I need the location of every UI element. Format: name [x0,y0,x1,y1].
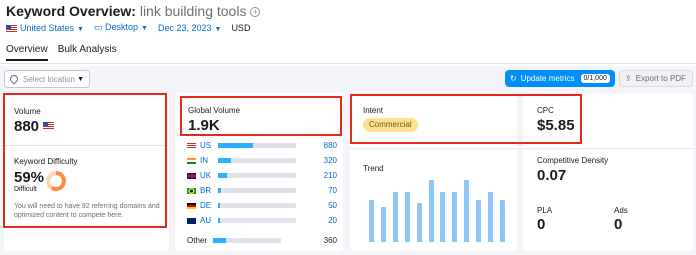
de-flag-icon [187,202,196,209]
share-bar [218,218,296,223]
country-volume: 360 [323,236,337,245]
update-count-badge: 0/1,000 [580,74,610,83]
trend-bar [381,207,386,242]
date-dropdown[interactable]: Dec 23, 2023 ▼ [158,23,221,33]
share-bar [218,143,296,148]
plus-circle-icon[interactable]: + [250,7,261,17]
keyword-text: link building tools [139,3,247,19]
intent-label: Intent [363,106,384,115]
chevron-down-icon: ▼ [77,25,84,33]
location-pin-icon [8,73,20,85]
location-select[interactable]: Select location ▼ [4,70,90,88]
trend-bar [405,192,410,242]
volume-value: 880 [14,118,57,135]
country-volume[interactable]: 880 [307,141,337,150]
us-flag-icon [6,24,17,32]
global-volume-label: Global Volume [188,106,241,115]
cpc-value: $5.85 [537,117,575,134]
page-header: Keyword Overview: link building tools + … [0,0,696,66]
share-bar [218,173,296,178]
country-volume[interactable]: 320 [307,156,337,165]
kd-label: Keyword Difficulty [14,157,78,166]
filter-bar: United States ▼ ▭ Desktop ▼ Dec 23, 2023 ▼ … [6,22,250,33]
country-row-in: IN 320 [187,155,337,166]
pla-value: 0 [537,216,546,233]
trend-bar [464,180,469,242]
country-row-de: DE 50 [187,200,337,211]
ads-value: 0 [614,216,623,233]
trend-bar [500,200,505,242]
country-code[interactable]: DE [200,201,216,210]
country-code[interactable]: UK [200,171,216,180]
country-row-au: AU 20 [187,215,337,226]
chevron-down-icon: ▼ [141,25,148,32]
divider [523,148,693,149]
country-row-uk: UK 210 [187,170,337,181]
tab-bulk-analysis[interactable]: Bulk Analysis [58,44,117,61]
country-code[interactable]: US [200,141,216,150]
kd-value: 59% [14,169,45,186]
trend-bar [429,180,434,242]
trend-bar [440,192,445,242]
refresh-icon: ↻ [510,74,517,83]
chevron-down-icon: ▼ [214,25,222,33]
share-bar [218,188,296,193]
ads-label: Ads [614,206,628,215]
trend-chart [369,172,505,242]
divider [350,148,517,149]
country-code: Other [187,236,208,245]
country-dropdown[interactable]: United States ▼ [6,23,84,33]
trend-bar [393,192,398,242]
trend-bar [369,200,374,242]
country-volume[interactable]: 210 [307,171,337,180]
competitive-density-value: 0.07 [537,167,567,184]
export-pdf-button[interactable]: ⇪ Export to PDF [619,70,693,87]
trend-bar [417,203,422,242]
country-code[interactable]: AU [200,216,216,225]
chevron-down-icon: ▼ [77,75,84,83]
country-row-other: Other 360 [187,235,337,246]
country-code[interactable]: BR [200,186,216,195]
country-row-us: US 880 [187,140,337,151]
in-flag-icon [187,157,196,164]
trend-bar [452,192,457,242]
share-bar [213,238,281,243]
device-dropdown[interactable]: ▭ Desktop ▼ [94,22,148,33]
country-volume[interactable]: 20 [307,216,337,225]
export-icon: ⇪ [625,74,632,83]
country-volume[interactable]: 70 [307,186,337,195]
divider [4,145,169,146]
kd-donut-chart [46,171,66,191]
tab-overview[interactable]: Overview [6,44,48,61]
share-bar [218,203,296,208]
global-volume-value: 1.9K [188,117,220,134]
page-title: Keyword Overview: link building tools + [6,3,261,19]
kd-note: You will need to have 92 referring domai… [14,203,160,219]
br-flag-icon [187,187,196,194]
kd-level: Difficult [14,186,37,193]
divider [0,63,696,64]
intent-badge: Commercial [363,118,418,132]
country-code[interactable]: IN [200,156,216,165]
country-row-br: BR 70 [187,185,337,196]
pla-label: PLA [537,206,553,215]
share-bar [218,158,296,163]
us-flag-icon [43,122,55,129]
trend-bar [476,200,481,242]
update-metrics-button[interactable]: ↻ Update metrics 0/1,000 [505,70,615,87]
trend-bar [488,192,493,242]
country-volume[interactable]: 50 [307,201,337,210]
competitive-density-label: Competitive Density [537,156,609,165]
au-flag-icon [187,217,196,224]
currency-label: USD [231,22,251,33]
cpc-label: CPC [537,106,554,115]
uk-flag-icon [187,172,196,179]
volume-label: Volume [14,107,41,116]
title-text: Keyword Overview: [6,3,136,19]
us-flag-icon [187,142,196,149]
tab-bar: Overview Bulk Analysis [6,44,117,61]
